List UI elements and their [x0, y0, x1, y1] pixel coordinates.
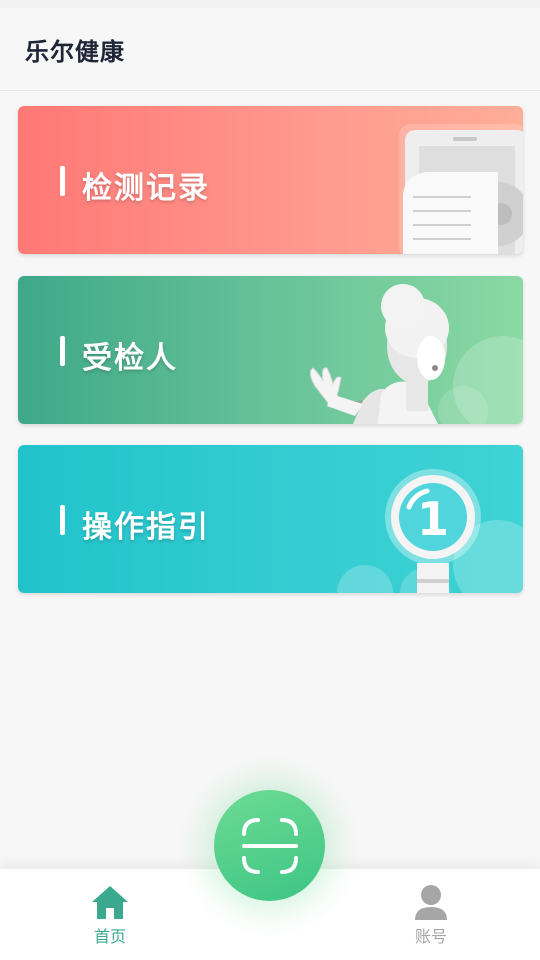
home-icon — [92, 886, 128, 919]
header: 乐尔健康 — [0, 8, 540, 91]
guide-card[interactable]: 操作指引 1 — [18, 445, 523, 593]
guide-number: 1 — [417, 492, 449, 546]
app-root: 乐尔健康 检测记录 受检人 操作指引 1 首页 账号 — [0, 0, 540, 960]
user-icon — [415, 885, 447, 920]
subjects-card[interactable]: 受检人 — [18, 276, 523, 424]
records-card-label: 检测记录 — [82, 171, 210, 206]
scan-icon — [241, 817, 298, 874]
card-accent-bar — [60, 505, 65, 535]
magnifier-number-icon: 1 — [337, 469, 523, 593]
guide-card-label: 操作指引 — [82, 510, 210, 545]
tab-account-label: 账号 — [414, 927, 447, 946]
card-accent-bar — [60, 166, 65, 196]
person-waving-icon — [309, 284, 523, 424]
tab-home-label: 首页 — [93, 927, 126, 946]
tab-account[interactable]: 账号 — [391, 883, 471, 947]
card-accent-bar — [60, 336, 65, 366]
subjects-card-label: 受检人 — [82, 341, 178, 376]
records-card[interactable]: 检测记录 — [18, 106, 523, 254]
status-bar — [0, 0, 540, 8]
document-record-icon — [399, 124, 523, 254]
scan-button[interactable] — [214, 790, 325, 901]
page-title: 乐尔健康 — [25, 38, 125, 66]
tab-home[interactable]: 首页 — [70, 883, 150, 947]
